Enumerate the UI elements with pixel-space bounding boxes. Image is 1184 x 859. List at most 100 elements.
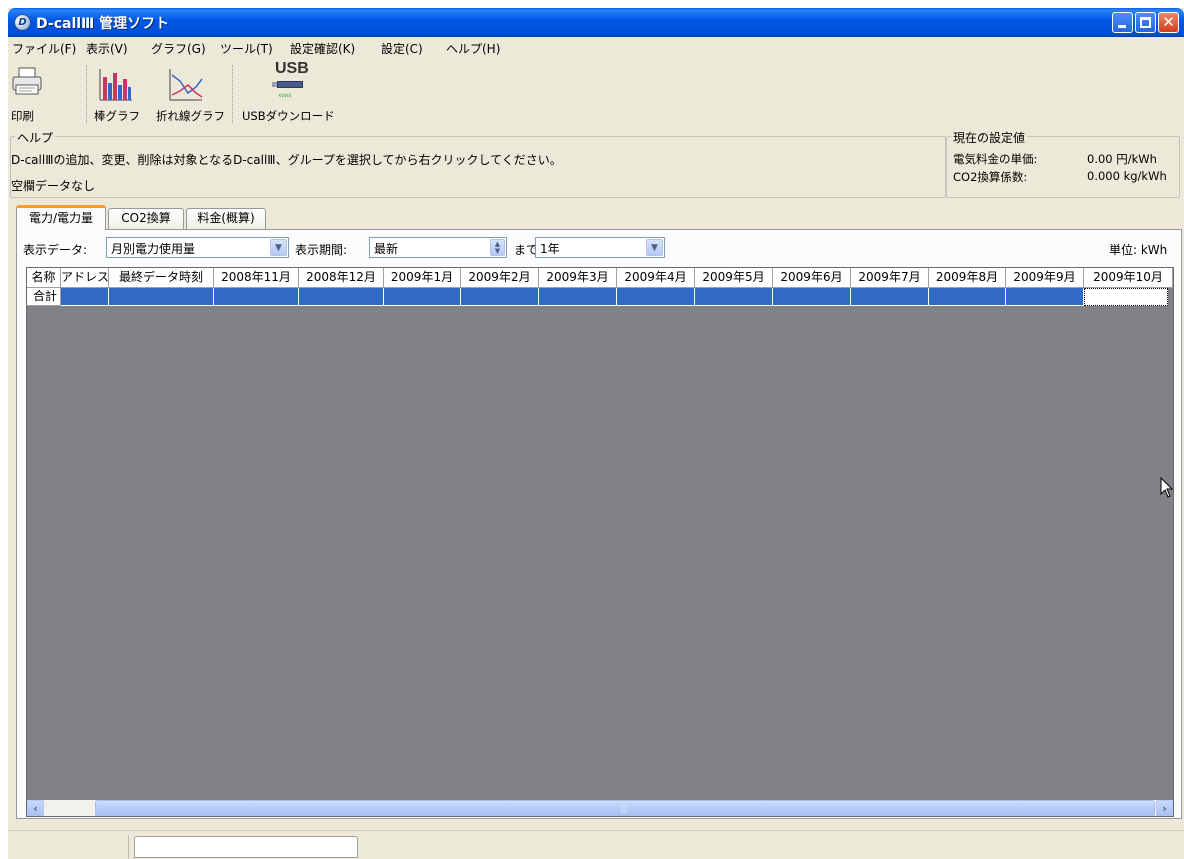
table-cell[interactable] (299, 288, 384, 306)
range-value: 1年 (540, 242, 560, 256)
menu-bar: ファイル(F) 表示(V) グラフ(G) ツール(T) 設定確認(K) 設定(C… (8, 37, 1184, 59)
printer-icon (12, 67, 42, 95)
line-chart-label: 折れ線グラフ (156, 109, 225, 123)
scroll-left-icon[interactable]: ‹ (27, 800, 44, 816)
display-data-label: 表示データ: (23, 243, 88, 257)
settings-caption: 現在の設定値 (951, 129, 1028, 146)
period-value: 最新 (374, 242, 399, 256)
column-header[interactable]: 2009年7月 (851, 268, 929, 288)
toolbar-separator (232, 65, 234, 123)
usb-icon: USB ‹‹‹‹‹ (272, 60, 309, 105)
menu-view[interactable]: 表示(V) (86, 40, 128, 57)
display-data-select[interactable]: 月別電力使用量 ▼ (106, 237, 289, 258)
column-header[interactable]: 最終データ時刻 (109, 268, 214, 288)
close-button[interactable]: ✕ (1158, 12, 1179, 33)
tab-co2[interactable]: CO2換算 (108, 208, 184, 229)
column-header[interactable]: 2009年4月 (617, 268, 695, 288)
horizontal-scrollbar[interactable]: ‹ |||| › (27, 800, 1173, 816)
app-icon: D (14, 14, 31, 31)
table-cell[interactable] (851, 288, 929, 306)
table-cell[interactable] (384, 288, 461, 306)
menu-settings-check[interactable]: 設定確認(K) (290, 40, 355, 57)
spinner-arrows-icon[interactable]: ▲ ▼ (490, 239, 505, 256)
column-header[interactable]: 2009年10月 (1084, 268, 1173, 288)
column-header[interactable]: 2009年6月 (773, 268, 851, 288)
close-icon: ✕ (1162, 13, 1175, 31)
display-data-value: 月別電力使用量 (111, 242, 196, 256)
column-header[interactable]: 2008年12月 (299, 268, 384, 288)
app-window: D D-callⅢ 管理ソフト ✕ ファイル(F) 表示(V) グラフ(G) ツ… (8, 8, 1184, 859)
table-cell[interactable] (1006, 288, 1084, 306)
help-text: D-callⅢの追加、変更、削除は対象となるD-callⅢ、グループを選択してか… (11, 153, 562, 167)
co2-factor-label: CO2換算係数: (953, 170, 1028, 184)
row-label[interactable]: 合計 (27, 288, 61, 306)
window-title: D-callⅢ 管理ソフト (36, 16, 170, 32)
table-cell[interactable] (773, 288, 851, 306)
line-chart-icon (169, 69, 203, 101)
period-spinner[interactable]: 最新 ▲ ▼ (369, 237, 507, 258)
table-cell[interactable] (695, 288, 773, 306)
help-caption: ヘルプ (15, 129, 56, 146)
table-cell[interactable] (214, 288, 299, 306)
co2-factor-value: 0.000 kg/kWh (1087, 169, 1167, 183)
range-select[interactable]: 1年 ▼ (535, 237, 665, 258)
chevron-down-icon[interactable]: ▼ (646, 239, 663, 256)
title-bar[interactable]: D D-callⅢ 管理ソフト ✕ (8, 8, 1184, 37)
data-grid[interactable]: 名称 アドレス 最終データ時刻 2008年11月 2008年12月 2009年1… (26, 267, 1174, 817)
table-cell[interactable] (109, 288, 214, 306)
focused-cell[interactable] (1084, 288, 1168, 306)
column-header[interactable]: 2008年11月 (214, 268, 299, 288)
status-divider (128, 835, 129, 859)
maximize-icon (1140, 17, 1151, 28)
menu-file[interactable]: ファイル(F) (12, 40, 76, 57)
column-header[interactable]: 2009年5月 (695, 268, 773, 288)
tab-power[interactable]: 電力/電力量 (16, 205, 106, 230)
column-header[interactable]: アドレス (61, 268, 109, 288)
menu-settings[interactable]: 設定(C) (381, 40, 423, 57)
status-bar (8, 830, 1184, 859)
current-settings-panel: 現在の設定値 電気料金の単価: 0.00 円/kWh CO2換算係数: 0.00… (946, 129, 1180, 198)
table-cell[interactable] (617, 288, 695, 306)
bar-chart-label: 棒グラフ (94, 109, 140, 123)
print-label: 印刷 (11, 109, 34, 123)
help-panel: ヘルプ D-callⅢの追加、変更、削除は対象となるD-callⅢ、グループを選… (10, 129, 946, 198)
table-cell[interactable] (461, 288, 539, 306)
minimize-icon (1118, 25, 1126, 28)
status-panel (134, 836, 358, 858)
column-header[interactable]: 2009年1月 (384, 268, 461, 288)
menu-tools[interactable]: ツール(T) (220, 40, 273, 57)
column-header[interactable]: 2009年9月 (1006, 268, 1084, 288)
column-header[interactable]: 2009年2月 (461, 268, 539, 288)
column-header[interactable]: 2009年8月 (929, 268, 1006, 288)
chevron-down-icon[interactable]: ▼ (270, 239, 287, 256)
period-label: 表示期間: (295, 243, 348, 257)
bar-chart-icon (99, 69, 132, 101)
unit-price-value: 0.00 円/kWh (1087, 152, 1157, 166)
minimize-button[interactable] (1112, 12, 1133, 33)
table-cell[interactable] (539, 288, 617, 306)
empty-data-status: 空欄データなし (11, 179, 96, 193)
unit-label: 単位: kWh (1109, 243, 1168, 257)
menu-help[interactable]: ヘルプ(H) (446, 40, 500, 57)
tab-cost[interactable]: 料金(概算) (186, 208, 266, 229)
scroll-right-icon[interactable]: › (1156, 800, 1173, 816)
column-header[interactable]: 名称 (27, 268, 61, 288)
table-cell[interactable] (61, 288, 109, 306)
bar-chart-button[interactable]: 棒グラフ (92, 61, 148, 127)
tab-panel: 表示データ: 月別電力使用量 ▼ 表示期間: 最新 ▲ ▼ まで 1年 ▼ 単位:… (16, 229, 1182, 819)
table-row[interactable]: 合計 (27, 288, 1173, 306)
toolbar: 印刷 棒グラフ 折れ線グラフ USB ‹‹‹‹‹ USBダウンロード (8, 59, 353, 129)
grid-header: 名称 アドレス 最終データ時刻 2008年11月 2008年12月 2009年1… (27, 268, 1173, 288)
toolbar-separator (86, 65, 88, 123)
print-button[interactable]: 印刷 (8, 61, 48, 127)
unit-price-label: 電気料金の単価: (953, 152, 1038, 166)
column-header[interactable]: 2009年3月 (539, 268, 617, 288)
table-cell[interactable] (929, 288, 1006, 306)
line-chart-button[interactable]: 折れ線グラフ (154, 61, 228, 127)
menu-graph[interactable]: グラフ(G) (151, 40, 206, 57)
usb-download-button[interactable]: USB ‹‹‹‹‹ USBダウンロード (236, 60, 340, 127)
grip-icon: |||| (620, 804, 628, 813)
maximize-button[interactable] (1135, 12, 1156, 33)
scrollbar-thumb[interactable]: |||| (95, 800, 1155, 816)
usb-download-label: USBダウンロード (242, 109, 335, 123)
